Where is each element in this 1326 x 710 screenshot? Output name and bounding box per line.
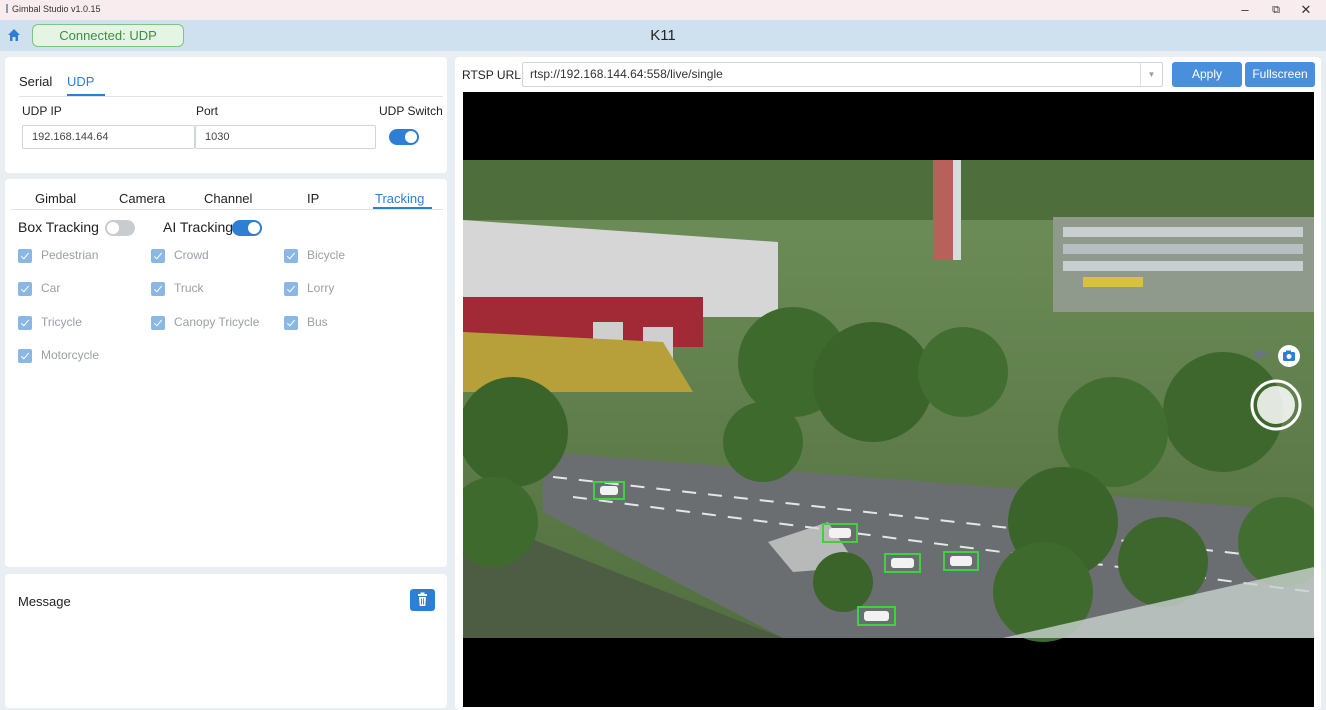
box-tracking-toggle[interactable] (105, 220, 135, 236)
fullscreen-button[interactable]: Fullscreen (1245, 62, 1315, 87)
udp-ip-label: UDP IP (22, 104, 62, 118)
camera-snapshot-icon[interactable] (1277, 344, 1301, 368)
rtsp-url-value: rtsp://192.168.144.64:558/live/single (530, 67, 723, 81)
app-header: Connected: UDP K11 (0, 20, 1326, 51)
udp-switch-toggle[interactable] (389, 129, 419, 145)
chevron-down-icon[interactable]: ▼ (1140, 63, 1162, 86)
message-panel: Message (5, 574, 447, 708)
rtsp-url-input[interactable]: rtsp://192.168.144.64:558/live/single ▼ (522, 62, 1163, 87)
ai-tracking-label: AI Tracking (163, 219, 234, 235)
app-title: Gimbal Studio v1.0.15 (6, 4, 101, 14)
device-title: K11 (650, 27, 676, 44)
connection-status-badge: Connected: UDP (32, 24, 184, 47)
udp-switch-label: UDP Switch (379, 104, 443, 118)
minimize-button[interactable]: – (1233, 1, 1257, 19)
divider (11, 209, 443, 210)
video-panel: RTSP URL: rtsp://192.168.144.64:558/live… (455, 57, 1321, 710)
tab-udp[interactable]: UDP (67, 74, 94, 89)
restore-button[interactable]: ⧉ (1264, 1, 1288, 19)
udp-ip-input[interactable]: 192.168.144.64 (22, 125, 195, 149)
window-titlebar: Gimbal Studio v1.0.15 – ⧉ ✕ (0, 0, 1326, 20)
rtsp-url-label: RTSP URL: (462, 68, 525, 82)
shutter-button-icon[interactable] (1250, 379, 1302, 431)
tab-channel[interactable]: Channel (204, 191, 252, 206)
apply-button[interactable]: Apply (1172, 62, 1242, 87)
port-label: Port (196, 104, 219, 118)
video-frame (463, 160, 1314, 642)
tab-gimbal[interactable]: Gimbal (35, 191, 76, 206)
port-input[interactable]: 1030 (195, 125, 376, 149)
divider (19, 96, 443, 97)
video-stream[interactable] (463, 92, 1314, 707)
clear-messages-button[interactable] (410, 589, 435, 611)
home-icon[interactable] (6, 27, 22, 43)
video-record-icon[interactable] (1254, 348, 1270, 360)
tab-serial[interactable]: Serial (19, 74, 52, 89)
box-tracking-label: Box Tracking (18, 219, 99, 235)
close-button[interactable]: ✕ (1294, 1, 1318, 19)
tab-ip[interactable]: IP (307, 191, 319, 206)
tab-tracking[interactable]: Tracking (375, 191, 424, 206)
message-title: Message (18, 594, 71, 609)
trash-icon (418, 592, 427, 606)
connection-panel: Serial UDP UDP IP 192.168.144.64 Port 10… (5, 57, 447, 173)
control-panel: Gimbal Camera Channel IP Tracking Box Tr… (5, 179, 447, 567)
ai-tracking-toggle[interactable] (232, 220, 262, 236)
tab-camera[interactable]: Camera (119, 191, 165, 206)
